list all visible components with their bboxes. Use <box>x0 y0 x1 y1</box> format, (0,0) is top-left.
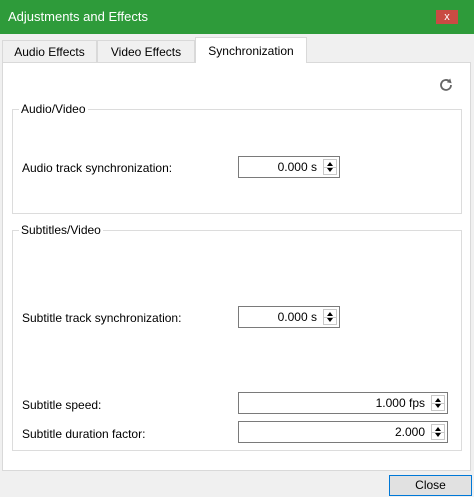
subtitle-speed-spinbox[interactable]: 1.000 fps <box>238 392 448 414</box>
subtitle-sync-value: 0.000 s <box>277 310 317 324</box>
title-bar: Adjustments and Effects x <box>0 0 474 34</box>
subtitle-speed-label: Subtitle speed: <box>22 398 102 412</box>
subtitle-speed-stepper[interactable] <box>431 395 445 411</box>
subtitles-video-group-title: Subtitles/Video <box>19 223 103 237</box>
arrow-up-icon[interactable] <box>435 427 441 431</box>
subtitle-sync-stepper[interactable] <box>323 309 337 325</box>
subtitle-sync-label: Subtitle track synchronization: <box>22 311 182 325</box>
arrow-down-icon[interactable] <box>327 318 333 322</box>
arrow-up-icon[interactable] <box>327 312 333 316</box>
audio-sync-stepper[interactable] <box>323 159 337 175</box>
window-close-button[interactable]: x <box>436 10 458 24</box>
refresh-icon[interactable] <box>437 76 455 94</box>
subtitle-duration-stepper[interactable] <box>431 424 445 440</box>
subtitle-duration-spinbox[interactable]: 2.000 <box>238 421 448 443</box>
arrow-up-icon[interactable] <box>435 398 441 402</box>
audio-sync-label: Audio track synchronization: <box>22 161 173 175</box>
arrow-down-icon[interactable] <box>435 433 441 437</box>
close-button[interactable]: Close <box>389 475 472 496</box>
window-title: Adjustments and Effects <box>8 9 148 24</box>
tab-audio-effects[interactable]: Audio Effects <box>2 40 97 62</box>
arrow-down-icon[interactable] <box>327 168 333 172</box>
arrow-down-icon[interactable] <box>435 404 441 408</box>
subtitles-video-group <box>12 230 462 451</box>
subtitle-duration-value: 2.000 <box>394 425 425 439</box>
subtitle-speed-value: 1.000 fps <box>375 396 425 410</box>
tab-synchronization[interactable]: Synchronization <box>195 37 307 63</box>
arrow-up-icon[interactable] <box>327 162 333 166</box>
subtitle-sync-spinbox[interactable]: 0.000 s <box>238 306 340 328</box>
audio-sync-spinbox[interactable]: 0.000 s <box>238 156 340 178</box>
audio-sync-value: 0.000 s <box>277 160 317 174</box>
subtitle-duration-label: Subtitle duration factor: <box>22 427 146 441</box>
audio-video-group-title: Audio/Video <box>19 102 88 116</box>
tab-video-effects[interactable]: Video Effects <box>97 40 195 62</box>
